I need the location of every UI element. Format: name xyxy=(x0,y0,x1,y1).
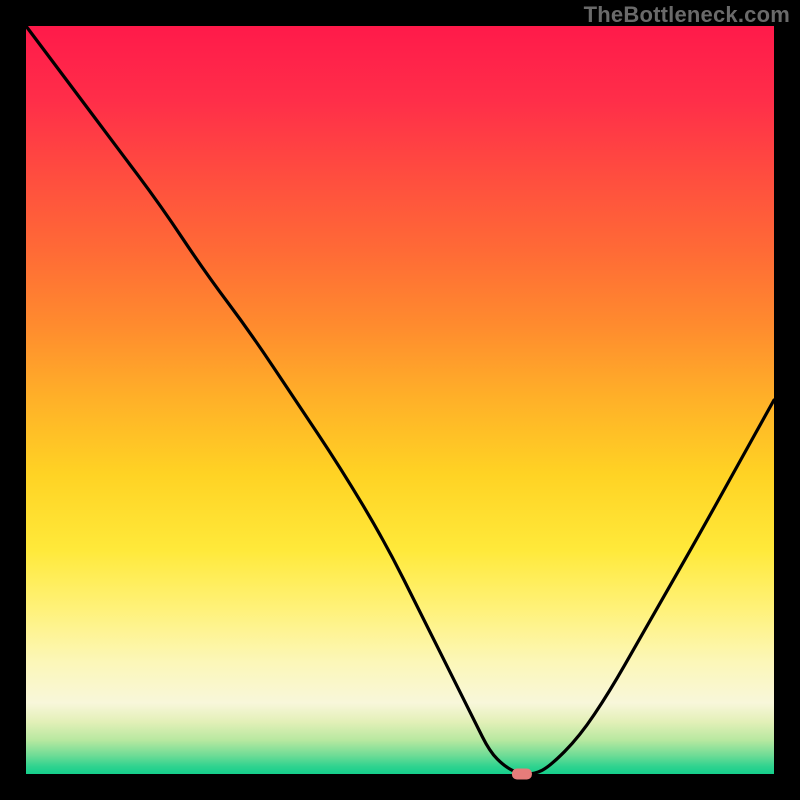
plot-background xyxy=(26,26,774,774)
chart-container: TheBottleneck.com xyxy=(0,0,800,800)
bottleneck-chart xyxy=(0,0,800,800)
watermark-text: TheBottleneck.com xyxy=(584,2,790,28)
optimal-marker xyxy=(512,769,532,780)
